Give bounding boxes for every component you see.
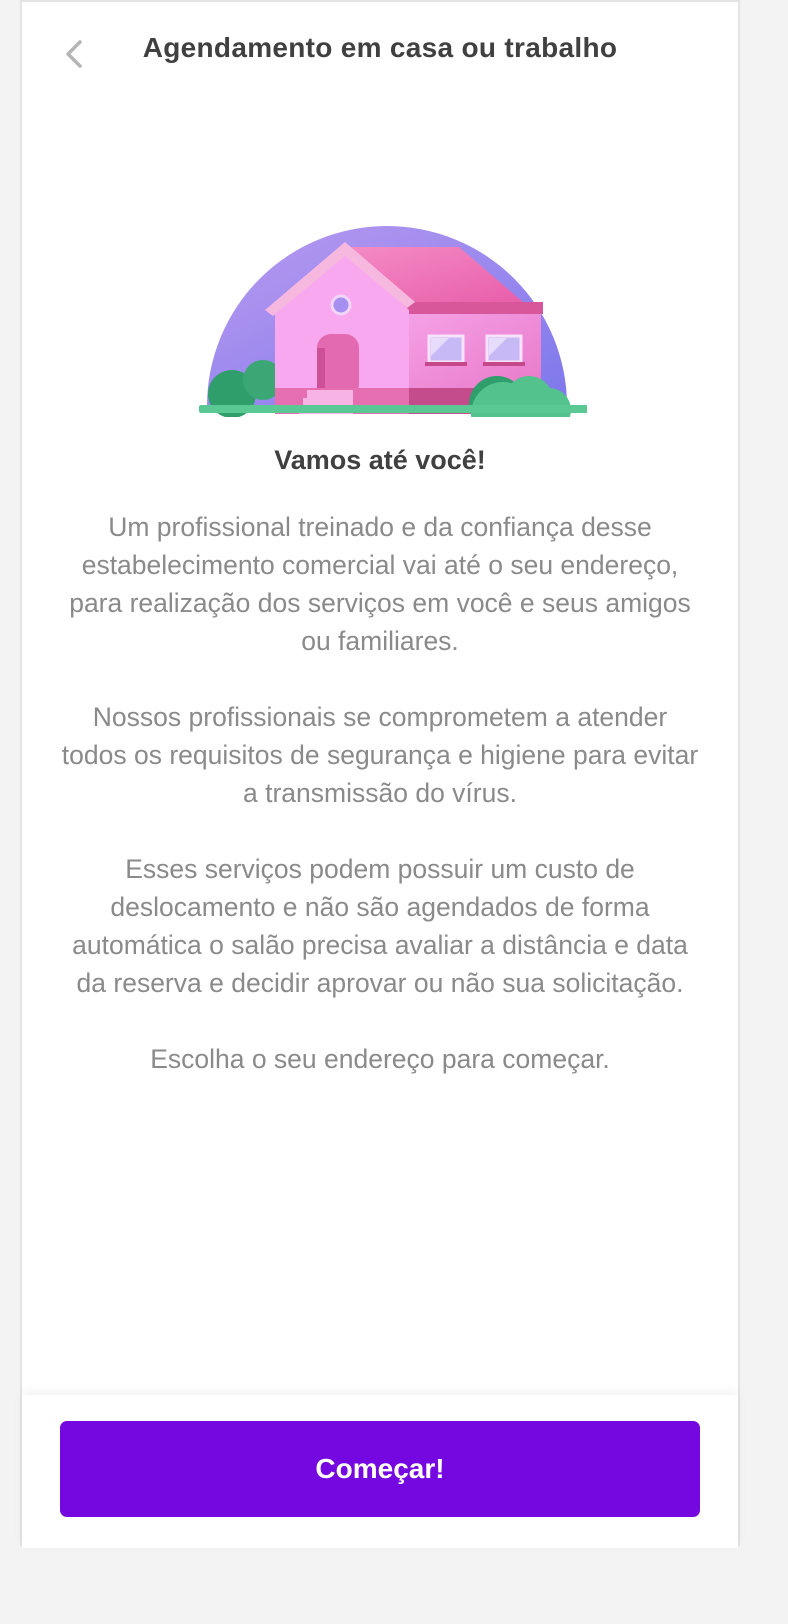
paragraph-safety: Nossos profissionais se comprometem a at…	[61, 702, 699, 808]
page-title: Agendamento em casa ou trabalho	[142, 32, 618, 63]
section-heading: Vamos até você!	[274, 445, 486, 475]
house-illustration	[199, 226, 587, 417]
screen: Agendamento em casa ou trabalho Vamos at…	[20, 0, 740, 1548]
header: Agendamento em casa ou trabalho	[22, 2, 738, 102]
footer: Começar!	[22, 1395, 738, 1548]
description: Um profissional treinado e da confiança …	[60, 508, 700, 1116]
start-button[interactable]: Começar!	[60, 1421, 700, 1517]
paragraph-cost: Esses serviços podem possuir um custo de…	[72, 854, 688, 998]
paragraph-cta: Escolha o seu endereço para começar.	[150, 1044, 610, 1074]
paragraph-intro: Um profissional treinado e da confiança …	[69, 512, 691, 656]
